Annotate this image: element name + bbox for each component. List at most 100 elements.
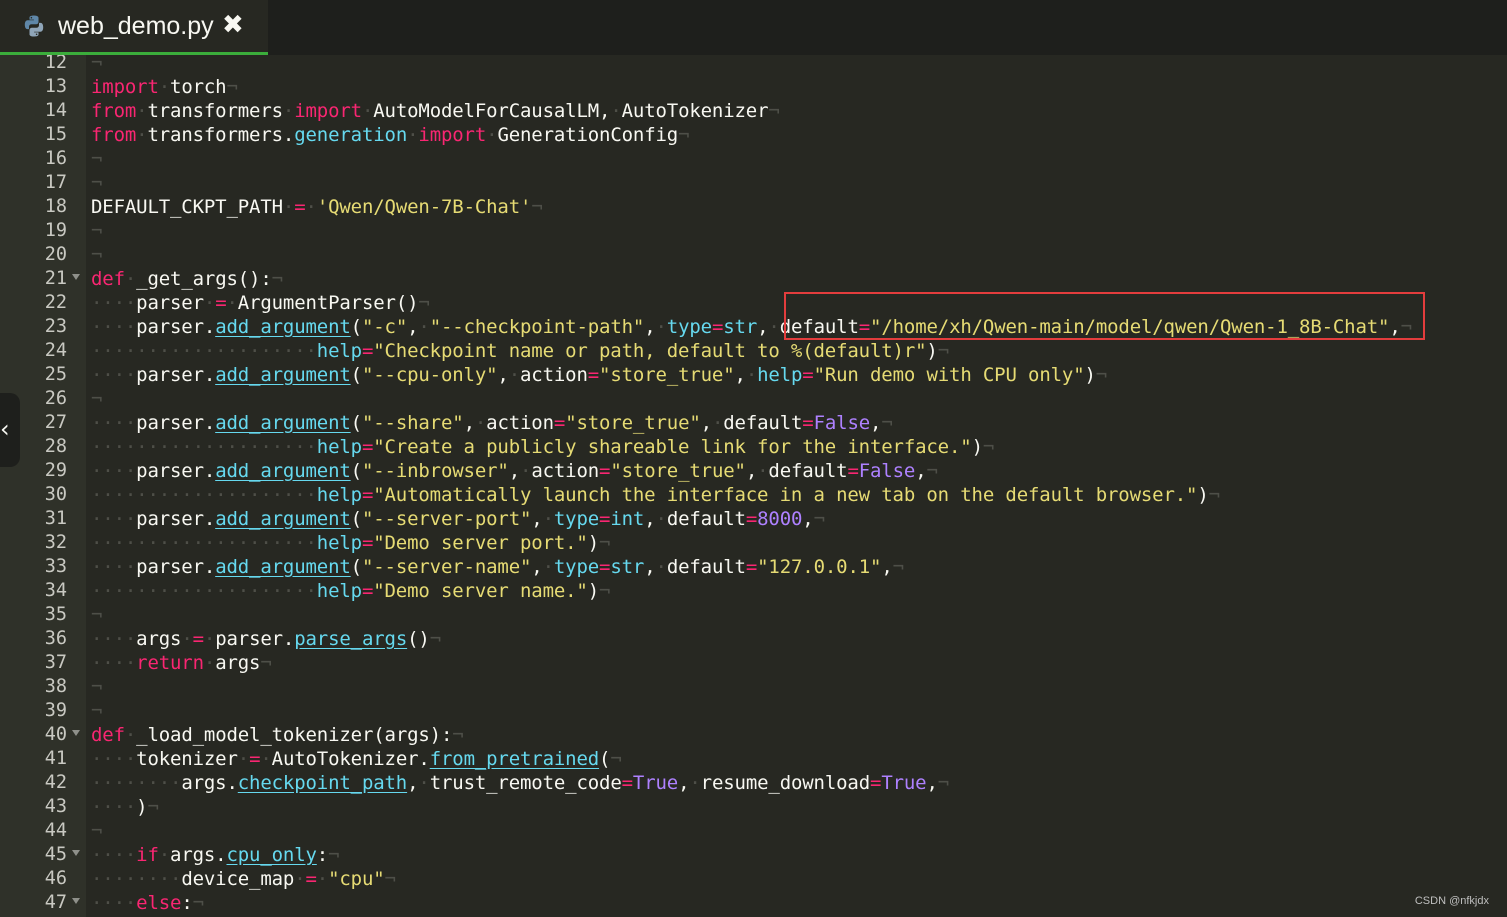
code-token: "Run demo with CPU only" — [813, 364, 1085, 386]
code-token: if — [136, 844, 159, 866]
fold-arrow-icon[interactable] — [72, 730, 80, 736]
code-token: def — [91, 268, 125, 290]
code-token: tokenizer — [136, 748, 238, 770]
code-text: ····parser.add_argument("--inbrowser",·a… — [91, 459, 938, 483]
code-token: _load_model_tokenizer(args): — [136, 724, 453, 746]
code-token: ( — [350, 364, 362, 386]
code-token: · — [316, 868, 329, 890]
code-token: , — [745, 460, 758, 482]
code-token: ¬ — [271, 268, 283, 290]
code-token: str — [723, 316, 758, 338]
code-token: · — [655, 556, 667, 578]
code-token: = — [587, 364, 600, 386]
code-text: ····parser.add_argument("--cpu-only",·ac… — [91, 363, 1107, 387]
code-token: "Demo server name." — [373, 580, 588, 602]
line-number: 32 — [44, 532, 67, 553]
code-token: = — [847, 460, 859, 482]
code-token: args. — [170, 844, 227, 866]
code-token: ¬ — [91, 172, 103, 194]
code-token: "Checkpoint name or path, default to %(d… — [373, 340, 927, 362]
code-token: type — [666, 316, 712, 338]
code-line: 36 ····args·=·parser.parse_args()¬ — [0, 627, 1507, 651]
code-token: · — [655, 508, 667, 530]
code-token: = — [361, 340, 374, 362]
code-line: 25 ····parser.add_argument("--cpu-only",·… — [0, 363, 1507, 387]
code-token: , — [531, 556, 543, 578]
python-icon — [24, 15, 44, 37]
side-panel-toggle[interactable]: ‹ — [0, 393, 20, 467]
code-token: parser. — [136, 316, 216, 338]
code-token: help — [316, 532, 362, 554]
code-token: · — [689, 772, 701, 794]
code-token: ¬ — [1208, 484, 1220, 506]
file-tab[interactable]: web_demo.py ✖ — [0, 0, 268, 55]
code-token: parser. — [136, 556, 216, 578]
line-number: 18 — [44, 196, 67, 217]
code-text: ¬ — [91, 55, 102, 75]
code-token: , — [881, 556, 893, 578]
code-token: , — [870, 412, 882, 434]
fold-arrow-icon[interactable] — [72, 898, 80, 904]
code-token: ) — [1197, 484, 1209, 506]
code-token: default — [768, 460, 848, 482]
code-token: · — [124, 268, 137, 290]
code-token: ¬ — [610, 748, 622, 770]
code-token: · — [136, 100, 148, 122]
fold-arrow-icon[interactable] — [72, 850, 80, 856]
close-icon[interactable]: ✖ — [222, 10, 244, 40]
code-editor[interactable]: 12 ¬ 13 import·torch¬ 14 from·transformers·im… — [0, 55, 1507, 917]
code-token: · — [305, 196, 317, 218]
code-line: 16 ¬ — [0, 147, 1507, 171]
code-token: ···· — [91, 796, 137, 818]
code-token: ¬ — [429, 628, 441, 650]
code-token: _get_args(): — [136, 268, 272, 290]
code-token: help — [316, 436, 362, 458]
code-token: = — [599, 508, 611, 530]
code-token: ···················· — [91, 580, 317, 602]
code-text: ····return·args¬ — [91, 651, 272, 675]
code-token: = — [192, 628, 204, 650]
code-token: · — [757, 460, 769, 482]
code-token: , — [463, 412, 475, 434]
code-token: ¬ — [418, 292, 430, 314]
fold-arrow-icon[interactable] — [72, 274, 80, 280]
code-line: 14 from·transformers·import·AutoModelForC… — [0, 99, 1507, 123]
code-token: AutoTokenizer. — [271, 748, 430, 770]
code-token: "store_true" — [610, 460, 746, 482]
code-token: · — [260, 748, 272, 770]
code-line: 33 ····parser.add_argument("--server-name… — [0, 555, 1507, 579]
code-line: 20 ¬ — [0, 243, 1507, 267]
code-token: ···· — [91, 652, 137, 674]
code-text: ····parser.add_argument("--server-name",… — [91, 555, 904, 579]
watermark: CSDN @nfkjdx — [1414, 895, 1489, 907]
code-token: , — [802, 508, 814, 530]
line-number: 43 — [44, 796, 67, 817]
code-token: "-c" — [361, 316, 408, 338]
line-number: 12 — [44, 55, 67, 73]
code-token: , — [926, 772, 938, 794]
code-token: ···················· — [91, 484, 317, 506]
code-token: · — [768, 316, 780, 338]
code-token: , — [915, 460, 927, 482]
code-token: GenerationConfig — [497, 124, 679, 146]
code-token: ) — [971, 436, 983, 458]
code-token: · — [361, 100, 374, 122]
code-token: "--inbrowser" — [361, 460, 509, 482]
code-token: ¬ — [226, 76, 238, 98]
code-token: ¬ — [599, 532, 611, 554]
code-token: import — [294, 100, 362, 122]
code-token: · — [203, 628, 216, 650]
line-number: 36 — [44, 628, 67, 649]
line-number: 45 — [44, 844, 67, 865]
code-token: False — [858, 460, 916, 482]
code-text: ¬ — [91, 243, 102, 267]
code-token: , — [407, 772, 419, 794]
code-token: args. — [181, 772, 238, 794]
code-text: ¬ — [91, 819, 102, 843]
code-token: ···· — [91, 748, 137, 770]
code-token: ···· — [91, 292, 137, 314]
code-token: ) — [1084, 364, 1096, 386]
code-token: parse_args — [294, 628, 408, 650]
code-token: generation — [294, 124, 408, 146]
code-token: type — [553, 556, 600, 578]
